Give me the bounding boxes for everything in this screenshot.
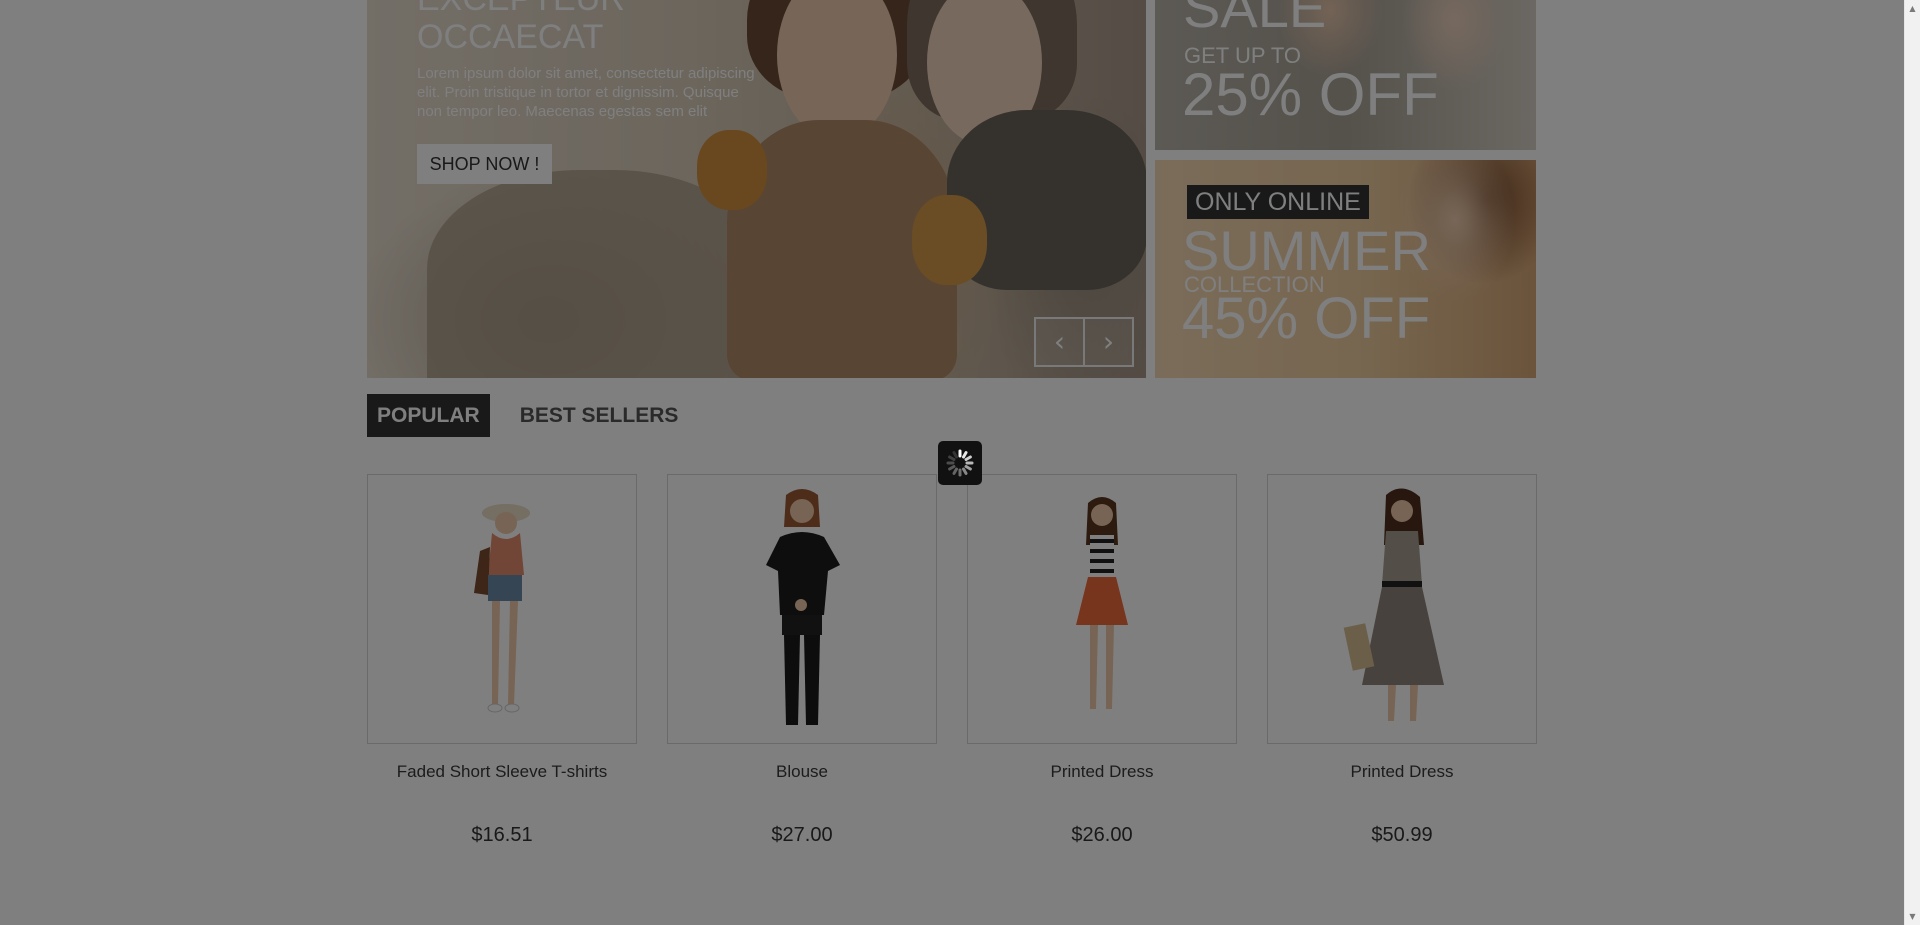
- scroll-down-arrow-icon[interactable]: ▼: [1905, 908, 1920, 925]
- vertical-scrollbar[interactable]: ▲ ▼: [1904, 0, 1920, 925]
- loading-spinner-icon: [946, 449, 974, 477]
- scroll-up-arrow-icon[interactable]: ▲: [1905, 0, 1920, 17]
- loading-spinner: [938, 441, 982, 485]
- page: EXCEPTEUR OCCAECAT Lorem ipsum dolor sit…: [0, 0, 1920, 925]
